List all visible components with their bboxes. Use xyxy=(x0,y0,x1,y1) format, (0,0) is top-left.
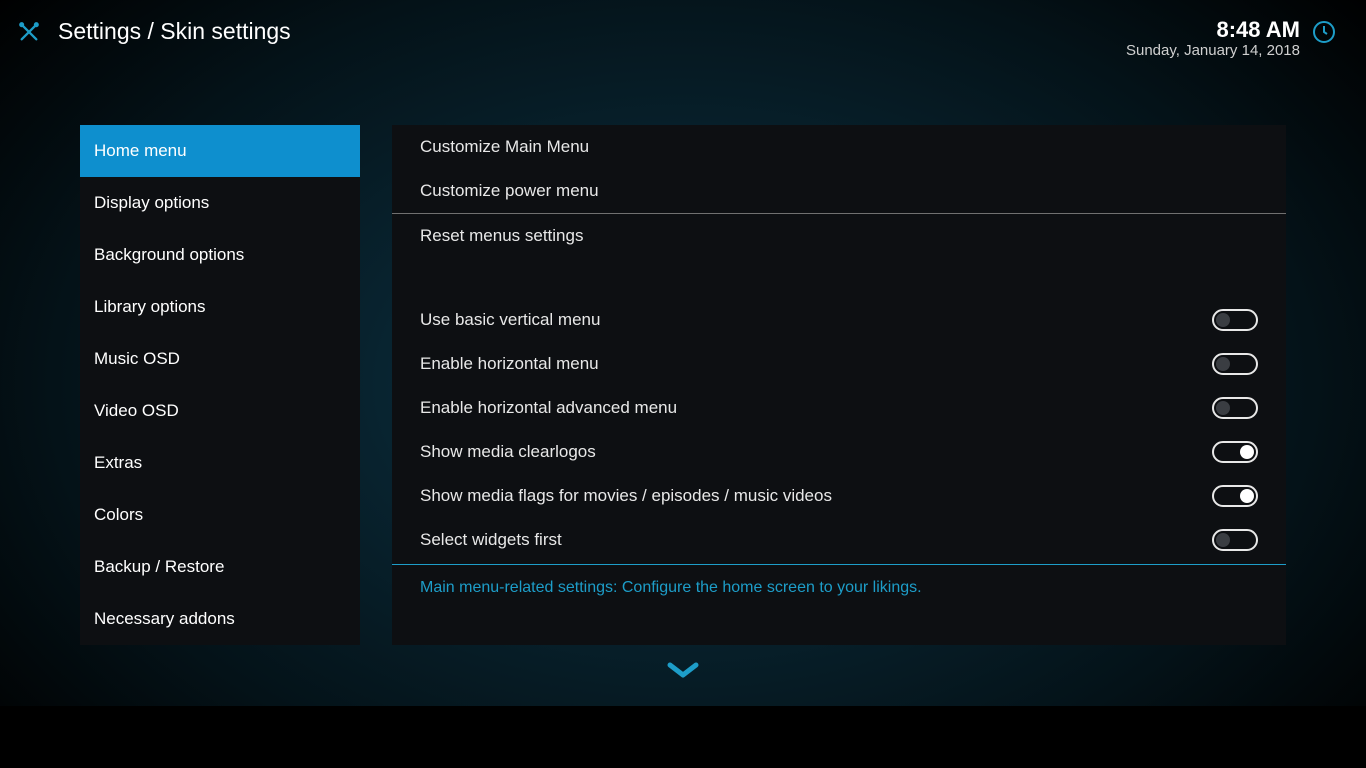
toggle-switch[interactable] xyxy=(1212,485,1258,507)
action-customize-power-menu[interactable]: Customize power menu xyxy=(392,169,1286,213)
setting-label: Customize Main Menu xyxy=(420,137,589,157)
setting-description: Main menu-related settings: Configure th… xyxy=(392,565,1286,611)
toggle-basic-vertical-menu[interactable]: Use basic vertical menu xyxy=(392,298,1286,342)
toggle-switch[interactable] xyxy=(1212,529,1258,551)
setting-label: Customize power menu xyxy=(420,181,599,201)
header-left: Settings / Skin settings xyxy=(18,18,291,45)
setting-label: Reset menus settings xyxy=(420,226,583,246)
sidebar-item-label: Home menu xyxy=(94,141,187,160)
action-reset-menus-settings[interactable]: Reset menus settings xyxy=(392,214,1286,258)
toggle-switch[interactable] xyxy=(1212,309,1258,331)
sidebar-item-label: Video OSD xyxy=(94,401,179,420)
sidebar-item-label: Library options xyxy=(94,297,206,316)
toggle-horizontal-advanced-menu[interactable]: Enable horizontal advanced menu xyxy=(392,386,1286,430)
toggle-switch[interactable] xyxy=(1212,441,1258,463)
breadcrumb: Settings / Skin settings xyxy=(58,18,291,45)
sidebar-item-label: Background options xyxy=(94,245,244,264)
setting-label: Use basic vertical menu xyxy=(420,310,600,330)
sidebar-item-label: Extras xyxy=(94,453,142,472)
content: Home menu Display options Background opt… xyxy=(0,70,1366,645)
sidebar-item-label: Necessary addons xyxy=(94,609,235,628)
toggle-horizontal-menu[interactable]: Enable horizontal menu xyxy=(392,342,1286,386)
setting-label: Enable horizontal menu xyxy=(420,354,599,374)
sidebar-item-label: Backup / Restore xyxy=(94,557,224,576)
chevron-down-icon[interactable] xyxy=(665,659,701,681)
setting-label: Enable horizontal advanced menu xyxy=(420,398,677,418)
toggle-switch[interactable] xyxy=(1212,353,1258,375)
spacer xyxy=(392,258,1286,298)
sidebar-item-label: Display options xyxy=(94,193,209,212)
sidebar-item-home-menu[interactable]: Home menu xyxy=(80,125,360,177)
main-panel: Customize Main Menu Customize power menu… xyxy=(392,125,1286,645)
sidebar-item-backup-restore[interactable]: Backup / Restore xyxy=(80,541,360,593)
toggle-switch[interactable] xyxy=(1212,397,1258,419)
action-customize-main-menu[interactable]: Customize Main Menu xyxy=(392,125,1286,169)
sidebar-item-label: Colors xyxy=(94,505,143,524)
bottom-bar xyxy=(0,706,1366,768)
setting-label: Show media clearlogos xyxy=(420,442,596,462)
clock-icon xyxy=(1312,20,1336,44)
app-logo-icon xyxy=(18,21,40,43)
toggle-media-flags[interactable]: Show media flags for movies / episodes /… xyxy=(392,474,1286,518)
sidebar-item-video-osd[interactable]: Video OSD xyxy=(80,385,360,437)
header: Settings / Skin settings 8:48 AM Sunday,… xyxy=(0,0,1366,70)
sidebar-item-library-options[interactable]: Library options xyxy=(80,281,360,333)
sidebar-item-background-options[interactable]: Background options xyxy=(80,229,360,281)
sidebar-item-display-options[interactable]: Display options xyxy=(80,177,360,229)
clock-date: Sunday, January 14, 2018 xyxy=(1126,42,1300,60)
toggle-media-clearlogos[interactable]: Show media clearlogos xyxy=(392,430,1286,474)
toggle-select-widgets-first[interactable]: Select widgets first xyxy=(392,518,1286,562)
header-right: 8:48 AM Sunday, January 14, 2018 xyxy=(1126,18,1336,60)
setting-label: Show media flags for movies / episodes /… xyxy=(420,486,832,506)
sidebar-item-extras[interactable]: Extras xyxy=(80,437,360,489)
clock-block: 8:48 AM Sunday, January 14, 2018 xyxy=(1126,18,1300,60)
sidebar-item-necessary-addons[interactable]: Necessary addons xyxy=(80,593,360,645)
sidebar-item-colors[interactable]: Colors xyxy=(80,489,360,541)
sidebar-item-label: Music OSD xyxy=(94,349,180,368)
clock-time: 8:48 AM xyxy=(1126,18,1300,42)
sidebar-item-music-osd[interactable]: Music OSD xyxy=(80,333,360,385)
sidebar: Home menu Display options Background opt… xyxy=(80,125,360,645)
setting-label: Select widgets first xyxy=(420,530,562,550)
